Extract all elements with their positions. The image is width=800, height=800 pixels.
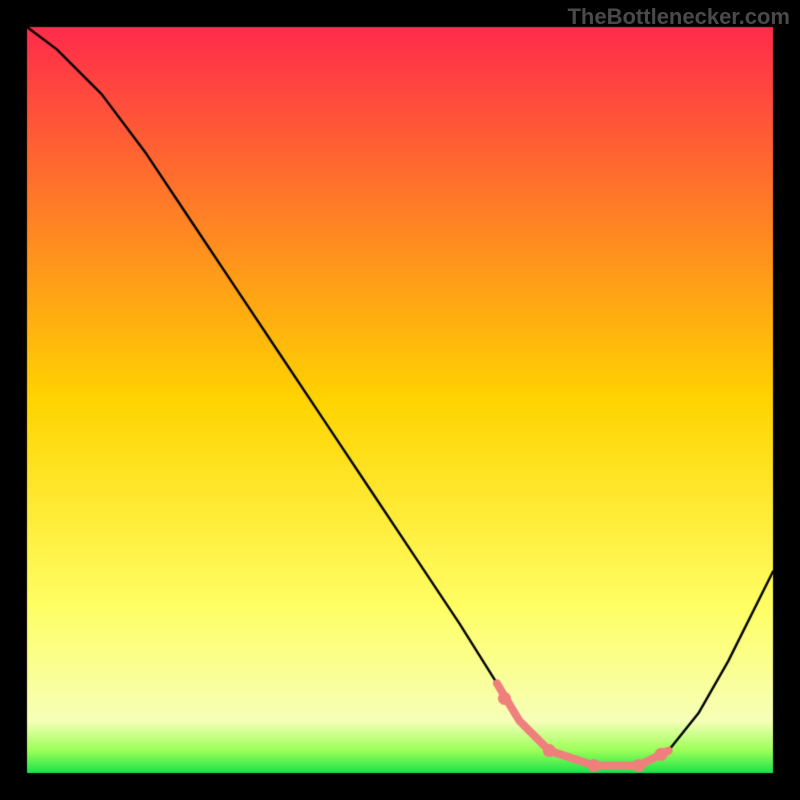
chart-wrapper: TheBottlenecker.com [0, 0, 800, 800]
highlight-canvas [0, 0, 800, 800]
attribution-text: TheBottlenecker.com [567, 4, 790, 30]
chart-area [0, 0, 800, 800]
